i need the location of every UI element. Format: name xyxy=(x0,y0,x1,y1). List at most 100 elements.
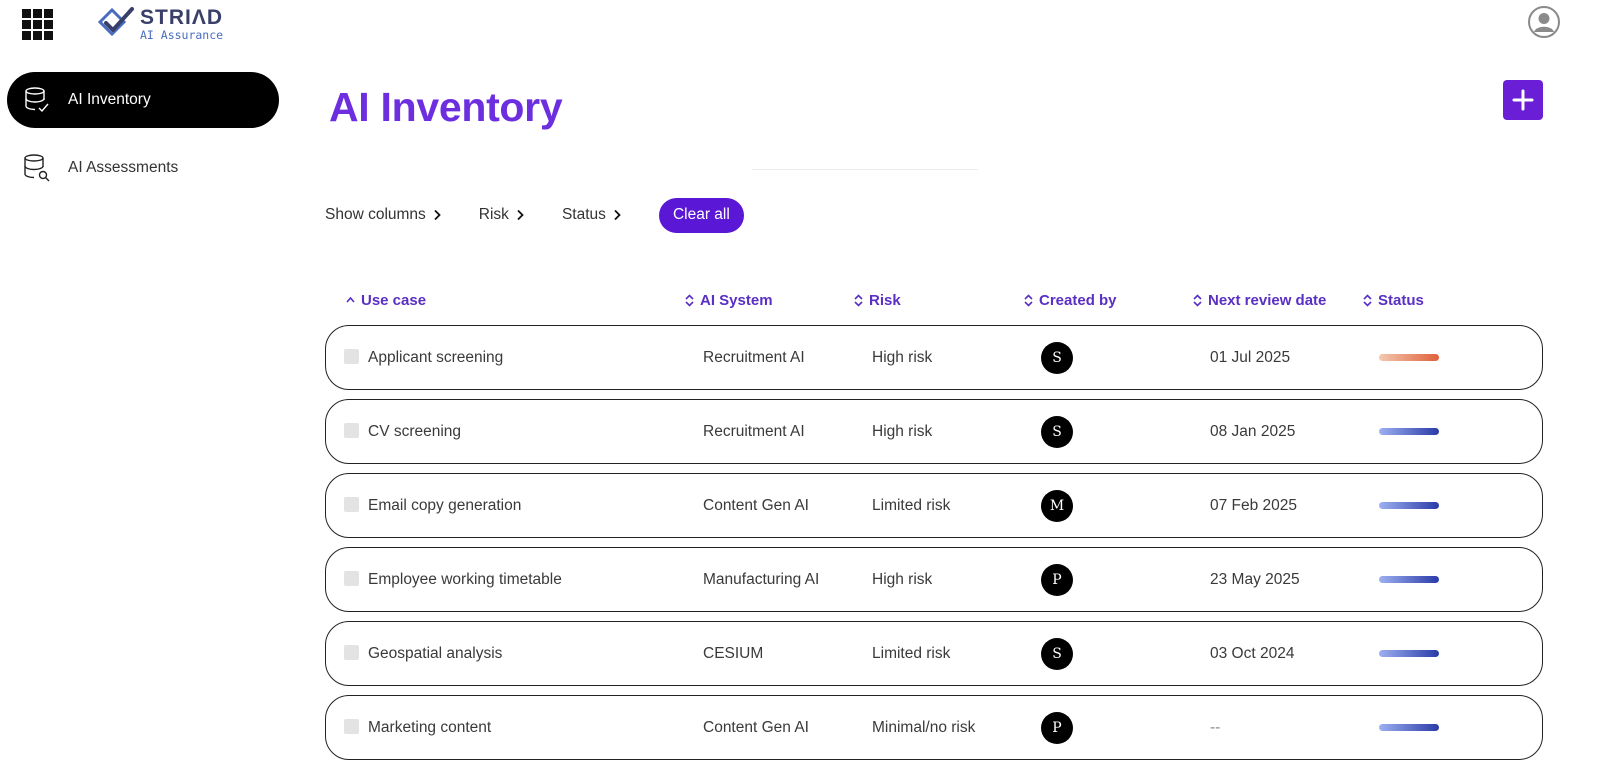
clear-all-button[interactable]: Clear all xyxy=(658,197,744,233)
created-by-cell: S xyxy=(1041,400,1073,463)
column-label: Use case xyxy=(361,291,427,309)
apps-grid-icon[interactable] xyxy=(22,9,53,40)
status-cell xyxy=(1379,326,1439,389)
column-header-use-case[interactable]: Use case xyxy=(346,288,426,312)
sidebar-item-ai-inventory[interactable]: AI Inventory xyxy=(7,72,279,128)
risk-cell: Minimal/no risk xyxy=(872,718,976,736)
next-review-cell: 08 Jan 2025 xyxy=(1210,422,1296,440)
risk-cell: High risk xyxy=(872,422,933,440)
app-subtitle: AI Assurance xyxy=(140,27,224,42)
next-review-cell: 01 Jul 2025 xyxy=(1210,348,1291,366)
row-checkbox[interactable] xyxy=(344,423,359,438)
ai-system-cell: Content Gen AI xyxy=(703,718,809,736)
chevron-right-icon xyxy=(613,209,621,221)
table-row[interactable]: Marketing content Content Gen AI Minimal… xyxy=(325,695,1543,760)
row-checkbox[interactable] xyxy=(344,497,359,512)
risk-cell: Limited risk xyxy=(872,644,951,662)
avatar: P xyxy=(1041,711,1073,744)
status-cell xyxy=(1379,474,1439,537)
column-label: AI System xyxy=(700,291,773,309)
table-row[interactable]: Email copy generation Content Gen AI Lim… xyxy=(325,473,1543,538)
sort-icon xyxy=(854,293,863,307)
created-by-cell: S xyxy=(1041,326,1073,389)
avatar: S xyxy=(1041,415,1073,448)
sidebar-item-ai-assessments[interactable]: AI Assessments xyxy=(7,140,279,196)
chevron-right-icon xyxy=(516,209,524,221)
user-account-icon[interactable] xyxy=(1528,6,1560,38)
ai-system-cell: Recruitment AI xyxy=(703,422,805,440)
column-header-created-by[interactable]: Created by xyxy=(1024,288,1117,312)
column-label: Created by xyxy=(1039,291,1117,309)
column-label: Risk xyxy=(869,291,901,309)
filter-label: Show columns xyxy=(325,206,426,223)
table-row[interactable]: Applicant screening Recruitment AI High … xyxy=(325,325,1543,390)
use-case-cell: Marketing content xyxy=(368,718,492,736)
created-by-cell: P xyxy=(1041,548,1073,611)
avatar: S xyxy=(1041,637,1073,670)
table-row[interactable]: Employee working timetable Manufacturing… xyxy=(325,547,1543,612)
ai-system-cell: Content Gen AI xyxy=(703,496,809,514)
status-indicator-blue xyxy=(1379,502,1439,509)
row-checkbox[interactable] xyxy=(344,349,359,364)
next-review-cell: 23 May 2025 xyxy=(1210,570,1300,588)
sort-icon xyxy=(1024,293,1033,307)
column-label: Status xyxy=(1378,291,1424,309)
sort-icon xyxy=(1363,293,1372,307)
database-search-icon xyxy=(23,153,51,183)
use-case-cell: Email copy generation xyxy=(368,496,522,514)
sort-ascending-icon xyxy=(346,296,355,304)
risk-cell: Limited risk xyxy=(872,496,951,514)
column-header-next-review-date[interactable]: Next review date xyxy=(1193,288,1326,312)
next-review-cell: 07 Feb 2025 xyxy=(1210,496,1298,514)
use-case-cell: Employee working timetable xyxy=(368,570,562,588)
created-by-cell: M xyxy=(1041,474,1073,537)
logo-check-icon xyxy=(97,7,134,37)
status-cell xyxy=(1379,400,1439,463)
row-checkbox[interactable] xyxy=(344,645,359,660)
filter-bar: Show columns Risk Status Clear all xyxy=(325,197,744,233)
chevron-right-icon xyxy=(433,209,441,221)
use-case-cell: CV screening xyxy=(368,422,462,440)
status-cell xyxy=(1379,622,1439,685)
column-header-ai-system[interactable]: AI System xyxy=(685,288,773,312)
database-check-icon xyxy=(23,85,51,115)
show-columns-filter[interactable]: Show columns xyxy=(325,206,441,224)
filter-label: Status xyxy=(561,206,606,223)
row-checkbox[interactable] xyxy=(344,719,359,734)
sort-icon xyxy=(1193,293,1202,307)
risk-cell: High risk xyxy=(872,570,933,588)
table-row[interactable]: CV screening Recruitment AI High risk S … xyxy=(325,399,1543,464)
ai-system-cell: Recruitment AI xyxy=(703,348,805,366)
use-case-cell: Applicant screening xyxy=(368,348,504,366)
avatar: S xyxy=(1041,341,1073,374)
column-header-risk[interactable]: Risk xyxy=(854,288,901,312)
ai-system-cell: Manufacturing AI xyxy=(703,570,820,588)
status-indicator-blue xyxy=(1379,428,1439,435)
sidebar-item-label: AI Inventory xyxy=(68,91,151,108)
column-label: Next review date xyxy=(1208,291,1327,309)
sidebar-item-label: AI Assessments xyxy=(68,159,179,176)
status-cell xyxy=(1379,548,1439,611)
page-title: AI Inventory xyxy=(329,84,563,130)
divider xyxy=(752,169,978,170)
status-filter[interactable]: Status xyxy=(562,206,621,224)
status-indicator-blue xyxy=(1379,576,1439,583)
use-case-cell: Geospatial analysis xyxy=(368,644,503,662)
next-review-cell: 03 Oct 2024 xyxy=(1210,644,1295,662)
status-cell xyxy=(1379,696,1439,759)
sort-icon xyxy=(685,293,694,307)
sidebar: AI Inventory AI Assessments xyxy=(7,72,279,208)
filter-label: Risk xyxy=(478,206,509,223)
row-checkbox[interactable] xyxy=(344,571,359,586)
avatar: P xyxy=(1041,563,1073,596)
ai-system-cell: CESIUM xyxy=(703,644,764,662)
app-logo: STRIΛD AI Assurance xyxy=(96,5,223,43)
status-indicator-blue xyxy=(1379,724,1439,731)
risk-filter[interactable]: Risk xyxy=(479,206,524,224)
plus-icon xyxy=(1512,89,1534,111)
status-indicator-orange xyxy=(1379,354,1439,361)
table-row[interactable]: Geospatial analysis CESIUM Limited risk … xyxy=(325,621,1543,686)
add-button[interactable] xyxy=(1503,80,1543,120)
app-name: STRIΛD xyxy=(140,5,224,29)
column-header-status[interactable]: Status xyxy=(1363,288,1424,312)
